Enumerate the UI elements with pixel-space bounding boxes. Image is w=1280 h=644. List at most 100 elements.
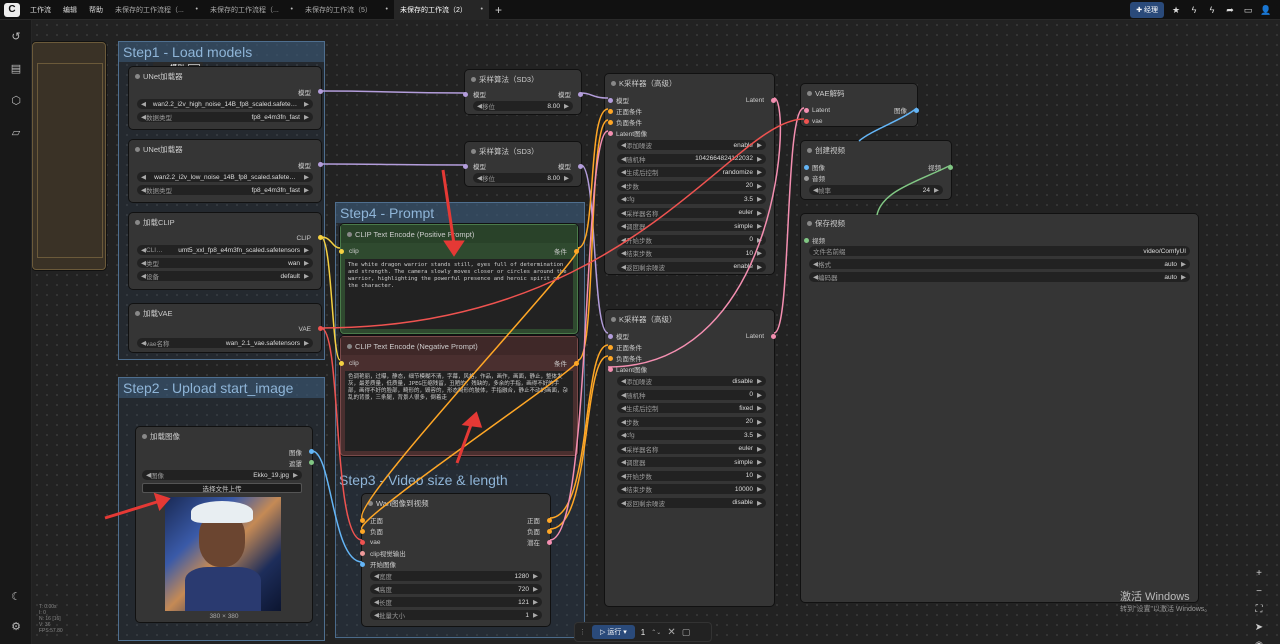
ksampler-widget[interactable]: ◀ 随机种 0 ▶ <box>617 389 766 400</box>
output-slot[interactable] <box>318 162 323 167</box>
ksampler-widget[interactable]: ◀ 调度器 simple ▶ <box>617 457 766 467</box>
input-slot[interactable] <box>608 98 613 103</box>
width-widget[interactable]: ◀ 宽度 1280 ▶ <box>370 571 542 581</box>
output-slot[interactable] <box>309 460 314 465</box>
wan-image-to-video-node[interactable]: Wan图像到视频 正面 负面 vae clip视觉输出 开始图像 正面 负面 潜… <box>360 494 552 626</box>
ksampler-widget[interactable]: ◀ 步数 20 ▶ <box>617 416 766 427</box>
shift-widget[interactable]: ◀ 移位 8.00 ▶ <box>473 173 573 183</box>
output-slot[interactable] <box>578 164 583 169</box>
ksampler-widget[interactable]: ◀ 返回剩余噪波 enable ▶ <box>617 261 766 272</box>
moon-icon[interactable]: ☾ <box>9 590 23 604</box>
height-widget[interactable]: ◀ 高度 720 ▶ <box>370 584 542 594</box>
output-slot[interactable] <box>578 92 583 97</box>
new-tab-button[interactable]: + <box>495 3 502 17</box>
input-slot[interactable] <box>608 109 613 114</box>
panel-icon[interactable]: ▭ <box>1242 5 1254 16</box>
ksampler-widget[interactable]: ◀ 步数 20 ▶ <box>617 180 766 191</box>
input-slot[interactable] <box>608 120 613 125</box>
ksampler-widget[interactable]: ◀ 结束步数 10000 ▶ <box>617 484 766 494</box>
negative-prompt-node[interactable]: CLIP Text Encode (Negative Prompt) clip … <box>339 336 579 456</box>
input-slot[interactable] <box>804 108 809 113</box>
ksampler-widget[interactable]: ◀ cfg 3.5 ▶ <box>617 430 766 440</box>
clip-device-widget[interactable]: ◀ 设备 default ▶ <box>137 271 313 281</box>
gear-icon[interactable]: ⚙ <box>9 620 23 634</box>
input-slot[interactable] <box>608 334 613 339</box>
input-slot[interactable] <box>608 131 613 136</box>
shift-widget[interactable]: ◀ 移位 8.00 ▶ <box>473 101 573 111</box>
load-vae-node[interactable]: 加载VAE VAE ◀ vae名称 wan_2.1_vae.safetensors ▶ <box>129 304 323 352</box>
menu-workflow[interactable]: 工作流 <box>24 5 57 15</box>
output-slot[interactable] <box>318 89 323 94</box>
input-slot[interactable] <box>804 165 809 170</box>
input-slot[interactable] <box>463 164 468 169</box>
tab-workflow-3[interactable]: 未保存的工作流（5） • <box>299 0 394 20</box>
load-clip-node[interactable]: 加载CLIP CLIP ◀ CLI… umt5_xxl_fp8_e4m3fn_sca… <box>129 213 323 289</box>
input-slot[interactable] <box>608 345 613 350</box>
partial-node[interactable] <box>32 42 106 270</box>
ksampler-widget[interactable]: ◀ 生成后控制 randomize ▶ <box>617 167 766 177</box>
drag-handle-icon[interactable]: ⋮ <box>579 628 586 636</box>
ksampler-widget[interactable]: ◀ cfg 3.5 ▶ <box>617 194 766 204</box>
output-slot[interactable] <box>948 165 953 170</box>
stepper-icon[interactable]: ⌃⌄ <box>651 629 661 636</box>
ksampler-advanced-2[interactable]: K采样器（高级） Latent 模型 正面条件 负面条件 Latent图像 ◀ 添… <box>605 310 776 606</box>
clip-type-widget[interactable]: ◀ 类型 wan ▶ <box>137 258 313 268</box>
prompt-textarea[interactable]: The white dragon warrior stands still, e… <box>345 259 573 329</box>
output-slot[interactable] <box>771 98 776 103</box>
history-icon[interactable]: ↺ <box>9 30 23 44</box>
input-slot[interactable] <box>360 562 365 567</box>
ksampler-widget[interactable]: ◀ 开始步数 10 ▶ <box>617 470 766 481</box>
ksampler-widget[interactable]: ◀ 调度器 simple ▶ <box>617 221 766 231</box>
sampling-sd3-1[interactable]: 采样算法（SD3） 模型 模型 ◀ 移位 8.00 ▶ <box>463 70 583 114</box>
tab-workflow-1[interactable]: 未保存的工作流程（... • <box>109 0 204 20</box>
unet-loader-high[interactable]: UNet加载器 模型 ◀ wan2.2_i2v_high_noise_14B_fp… <box>129 67 323 129</box>
ksampler-widget[interactable]: ◀ 结束步数 10 ▶ <box>617 248 766 258</box>
output-slot[interactable] <box>547 540 552 545</box>
output-slot[interactable] <box>574 249 579 254</box>
select-icon[interactable]: ➤ <box>1248 622 1270 640</box>
menu-edit[interactable]: 编辑 <box>57 5 83 15</box>
run-button[interactable]: ▷ 运行 ▾ <box>592 625 635 639</box>
lightning-alt-icon[interactable]: ϟ <box>1206 5 1218 15</box>
input-slot[interactable] <box>339 249 344 254</box>
output-slot[interactable] <box>574 361 579 366</box>
unet-loader-low[interactable]: UNet加载器 模型 ◀ wan2.2_i2v_low_noise_14B_fp8… <box>129 140 323 202</box>
input-slot[interactable] <box>608 356 613 361</box>
input-slot[interactable] <box>608 367 613 372</box>
output-slot[interactable] <box>318 326 323 331</box>
input-slot[interactable] <box>804 176 809 181</box>
load-image-node[interactable]: 加载图像 图像 遮罩 ◀ 图像 Ekko_19.jpg ▶ 选择文件上传 380 × … <box>136 427 314 622</box>
queue-icon[interactable]: ▤ <box>9 62 23 76</box>
fit-view-icon[interactable]: ⛶ <box>1248 604 1270 622</box>
fps-widget[interactable]: ◀ 帧率 24 ▶ <box>809 185 943 195</box>
image-select-widget[interactable]: ◀ 图像 Ekko_19.jpg ▶ <box>142 470 302 480</box>
create-video-node[interactable]: 创建视频 图像 音频 视频 ◀ 帧率 24 ▶ <box>801 141 953 199</box>
output-slot[interactable] <box>318 235 323 240</box>
input-slot[interactable] <box>360 518 365 523</box>
input-slot[interactable] <box>339 361 344 366</box>
prompt-textarea[interactable]: 色调艳丽，过曝，静态，细节模糊不清，字幕，风格，作品，画作，画面，静止，整体发灰… <box>345 371 573 451</box>
save-video-node[interactable]: 保存视频 视频 文件名前缀 video/ComfyUI ◀ 格式 auto ▶ ◀ 编码器… <box>801 214 1198 602</box>
stop-icon[interactable]: ▢ <box>682 627 691 638</box>
menu-help[interactable]: 帮助 <box>83 5 109 15</box>
positive-prompt-node[interactable]: CLIP Text Encode (Positive Prompt) clip … <box>339 224 579 334</box>
cancel-icon[interactable]: ✕ <box>667 627 675 638</box>
output-slot[interactable] <box>914 108 919 113</box>
ksampler-widget[interactable]: ◀ 采样器名称 euler ▶ <box>617 207 766 218</box>
lightning-icon[interactable]: ϟ <box>1188 5 1200 15</box>
vae-name-widget[interactable]: ◀ vae名称 wan_2.1_vae.safetensors ▶ <box>137 338 313 348</box>
cube-icon[interactable]: ⬡ <box>9 94 23 108</box>
tab-close-icon[interactable]: • <box>291 6 293 13</box>
folder-icon[interactable]: ▱ <box>9 126 23 140</box>
codec-widget[interactable]: ◀ 编码器 auto ▶ <box>809 272 1190 282</box>
tab-workflow-active[interactable]: 未保存的工作流（2） • <box>394 0 489 20</box>
ksampler-widget[interactable]: ◀ 随机种 1042664824122032 ▶ <box>617 153 766 164</box>
ksampler-widget[interactable]: ◀ 开始步数 0 ▶ <box>617 234 766 245</box>
clip-name-widget[interactable]: ◀ CLI… umt5_xxl_fp8_e4m3fn_scaled.safetens… <box>137 245 313 255</box>
model-name-widget[interactable]: ◀ wan2.2_i2v_low_noise_14B_fp8_scaled.saf… <box>137 172 313 182</box>
ksampler-widget[interactable]: ◀ 采样器名称 euler ▶ <box>617 443 766 454</box>
zoom-in-icon[interactable]: + <box>1248 568 1270 586</box>
tab-close-icon[interactable]: • <box>196 6 198 13</box>
ksampler-widget[interactable]: ◀ 生成后控制 fixed ▶ <box>617 403 766 413</box>
filename-prefix-widget[interactable]: 文件名前缀 video/ComfyUI <box>809 246 1190 256</box>
